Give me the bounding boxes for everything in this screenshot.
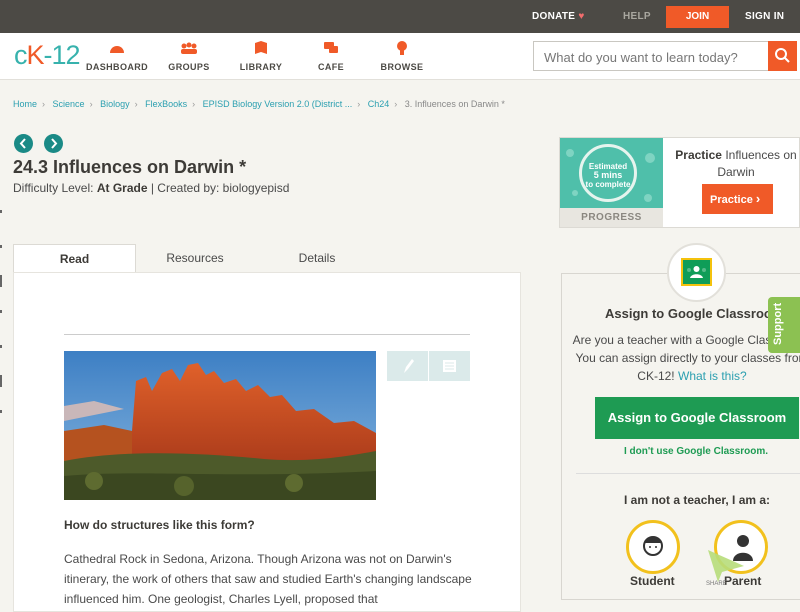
dont-use-google-classroom-link[interactable]: I don't use Google Classroom.: [624, 446, 768, 457]
highlight-button[interactable]: [387, 351, 429, 381]
tab-read[interactable]: Read: [13, 244, 136, 273]
cafe-icon: [324, 42, 338, 53]
practice-card: Estimated 5 mins to complete PROGRESS Prac…: [559, 137, 800, 228]
nav-cafe[interactable]: CAFE: [291, 40, 371, 75]
breadcrumb-science[interactable]: Science: [53, 99, 85, 109]
top-bar: DONATE ♥ HELP JOIN SIGN IN: [0, 0, 800, 33]
student-label: Student: [630, 574, 675, 588]
difficulty-value: At Grade: [96, 181, 148, 195]
next-button[interactable]: [44, 134, 63, 153]
nav-browse[interactable]: BROWSE: [362, 40, 442, 75]
practice-thumbnail[interactable]: Estimated 5 mins to complete PROGRESS: [560, 138, 663, 227]
google-classroom-text: Are you a teacher with a Google Classroo…: [572, 333, 800, 383]
breadcrumb-book[interactable]: EPISD Biology Version 2.0 (District ...: [203, 99, 353, 109]
search-input[interactable]: [542, 48, 766, 66]
page-title: 24.3 Influences on Darwin *: [13, 157, 247, 177]
breadcrumb-biology[interactable]: Biology: [100, 99, 130, 109]
cathedral-rock-image: [64, 351, 376, 500]
lesson-question: How do structures like this form?: [64, 518, 255, 532]
lesson-body: Cathedral Rock in Sedona, Arizona. Thoug…: [64, 552, 472, 606]
estimate-circle: Estimated 5 mins to complete: [579, 144, 637, 202]
search-button[interactable]: [768, 41, 797, 71]
nav-library[interactable]: LIBRARY: [221, 40, 301, 75]
breadcrumb: Home › Science › Biology › FlexBooks › EPISD…: [13, 99, 505, 109]
progress-label: PROGRESS: [560, 208, 663, 227]
breadcrumb-chapter[interactable]: Ch24: [368, 99, 390, 109]
search-box: [533, 41, 797, 71]
search-icon: [775, 48, 790, 63]
breadcrumb-home[interactable]: Home: [13, 99, 37, 109]
signin-link[interactable]: SIGN IN: [745, 11, 784, 22]
donate-link[interactable]: DONATE ♥: [532, 11, 585, 22]
support-tab[interactable]: Support: [768, 297, 800, 353]
notes-icon: [443, 360, 456, 372]
share-arrow-icon[interactable]: [708, 548, 744, 582]
left-edge-marks: [0, 210, 2, 413]
google-classroom-title: Assign to Google Classroom: [605, 306, 784, 321]
chevron-right-icon: [51, 138, 58, 149]
google-classroom-logo: [667, 243, 726, 302]
help-link[interactable]: HELP: [623, 11, 651, 22]
chevron-left-icon: [19, 138, 26, 149]
annotation-toolbar: [387, 351, 470, 381]
join-button[interactable]: JOIN: [666, 6, 729, 28]
ck12-logo[interactable]: cK-12: [14, 40, 81, 71]
library-icon: [255, 41, 267, 54]
practice-heading: Practice Influences on Darwin: [675, 148, 797, 179]
heart-icon: ♥: [578, 11, 585, 22]
lesson-meta: Difficulty Level: At Grade | Created by:…: [13, 181, 290, 195]
browse-icon: [397, 41, 407, 55]
groups-icon: [181, 42, 197, 54]
chevron-right-icon: ›: [755, 191, 761, 206]
main-header: cK-12 DASHBOARD GROUPS LIBRARY CAFE BROW…: [0, 33, 800, 80]
tab-resources[interactable]: Resources: [140, 244, 250, 272]
breadcrumb-current: 3. Influences on Darwin *: [404, 99, 505, 109]
share-label: SHARE: [706, 581, 727, 587]
assign-google-classroom-button[interactable]: Assign to Google Classroom: [595, 397, 799, 439]
nav-dashboard[interactable]: DASHBOARD: [77, 40, 157, 75]
dashboard-icon: [110, 46, 124, 53]
student-icon: [643, 536, 663, 556]
content-divider: [64, 334, 470, 335]
notes-button[interactable]: [429, 351, 470, 381]
google-classroom-icon: [681, 258, 712, 286]
card-divider: [576, 473, 800, 474]
tab-details[interactable]: Details: [262, 244, 372, 272]
practice-button[interactable]: Practice ›: [702, 184, 773, 214]
breadcrumb-flexbooks[interactable]: FlexBooks: [145, 99, 187, 109]
student-role-button[interactable]: [626, 520, 680, 574]
nav-groups[interactable]: GROUPS: [149, 40, 229, 75]
pencil-icon: [404, 359, 414, 373]
not-teacher-label: I am not a teacher, I am a:: [624, 493, 771, 507]
prev-button[interactable]: [14, 134, 33, 153]
what-is-this-link[interactable]: What is this?: [678, 369, 747, 383]
